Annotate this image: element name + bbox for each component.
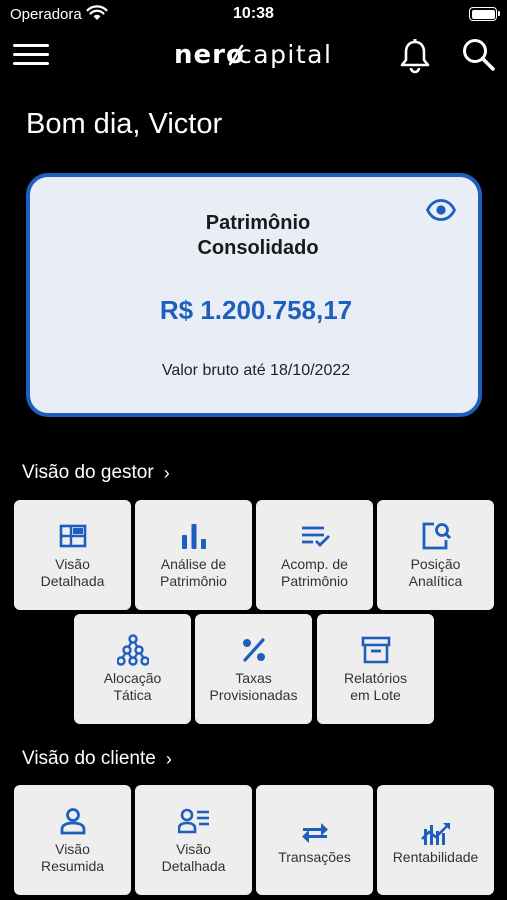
menu-line — [13, 53, 49, 56]
search-icon — [463, 39, 495, 71]
tile-label-line: Alocação — [103, 670, 162, 686]
person-icon — [60, 808, 85, 835]
status-bar: Operadora 10:38 — [0, 0, 507, 30]
tile-label: Posição Analítica — [377, 556, 494, 590]
network-tree-icon — [116, 634, 149, 666]
tile-acomp-patrimonio[interactable]: Acomp. de Patrimônio — [256, 500, 373, 610]
cliente-section-link[interactable]: Visão do cliente › — [22, 748, 172, 770]
tile-label: Acomp. de Patrimônio — [256, 556, 373, 590]
archive-box-icon — [361, 636, 390, 664]
nero-capital-logo: nero capital — [170, 38, 340, 72]
hamburger-menu-button[interactable] — [12, 40, 50, 70]
tile-posicao-analitica[interactable]: Posição Analítica — [377, 500, 494, 610]
detailed-view-icon — [59, 524, 86, 548]
tile-label-line: Relatórios — [343, 670, 408, 686]
notifications-button[interactable] — [396, 38, 434, 74]
tile-visao-detalhada-gestor[interactable]: Visão Detalhada — [14, 500, 131, 610]
tile-visao-resumida[interactable]: Visão Resumida — [14, 785, 131, 895]
percent-icon — [242, 638, 265, 662]
tile-label-line: Detalhada — [40, 573, 105, 589]
battery-icon — [469, 7, 500, 21]
trending-chart-icon — [420, 823, 450, 845]
checklist-icon — [301, 526, 330, 547]
tile-taxas-provisionadas[interactable]: Taxas Provisionadas — [195, 614, 312, 724]
chevron-right-icon: › — [165, 748, 172, 769]
gestor-section-title: Visão do gestor — [22, 462, 154, 483]
tile-label-line: Visão — [55, 556, 90, 572]
tile-label-line: Detalhada — [161, 858, 226, 874]
tile-analise-patrimonio[interactable]: Análise de Patrimônio — [135, 500, 252, 610]
tile-label-line: Transações — [278, 849, 351, 865]
person-list-icon — [177, 808, 209, 834]
tile-label-line: Taxas — [235, 670, 272, 686]
logo-capital-text: capital — [238, 40, 333, 69]
tile-label-line: Resumida — [40, 858, 105, 874]
menu-line — [13, 44, 49, 47]
tile-label-line: Tática — [113, 687, 152, 703]
bell-icon — [400, 39, 430, 74]
tile-label: Rentabilidade — [377, 849, 494, 866]
chevron-right-icon: › — [163, 462, 170, 483]
tile-label-line: Patrimônio — [160, 573, 227, 589]
patrimony-value: R$ 1.200.758,17 — [159, 295, 353, 325]
search-button[interactable] — [460, 36, 498, 74]
card-title-line2: Consolidado — [197, 237, 319, 259]
value-date-caption: Valor bruto até 18/10/2022 — [161, 362, 351, 379]
tile-alocacao-tatica[interactable]: Alocação Tática — [74, 614, 191, 724]
tile-label-line: em Lote — [350, 687, 401, 703]
tile-label-line: Visão — [55, 841, 90, 857]
swap-arrows-icon — [301, 823, 328, 843]
tile-label: Visão Resumida — [14, 841, 131, 875]
tile-label: Transações — [256, 849, 373, 866]
menu-line — [13, 62, 49, 65]
bar-chart-icon — [181, 524, 206, 549]
gestor-section-link[interactable]: Visão do gestor › — [22, 462, 170, 484]
tile-label-line: Provisionadas — [209, 687, 298, 703]
tile-label-line: Analítica — [408, 573, 463, 589]
tile-label-line: Posição — [410, 556, 461, 572]
tile-label-line: Acomp. de — [281, 556, 348, 572]
tile-label: Visão Detalhada — [135, 841, 252, 875]
tile-label: Visão Detalhada — [14, 556, 131, 590]
card-title-line1: Patrimônio — [205, 212, 311, 234]
document-search-icon — [422, 522, 451, 550]
tile-label: Relatórios em Lote — [317, 670, 434, 704]
tile-transacoes[interactable]: Transações — [256, 785, 373, 895]
tile-label-line: Análise de — [160, 556, 227, 572]
patrimony-card: Patrimônio Consolidado R$ 1.200.758,17 V… — [26, 173, 482, 417]
tile-visao-detalhada-cliente[interactable]: Visão Detalhada — [135, 785, 252, 895]
top-nav-bar: nero capital — [0, 30, 507, 80]
clock-time: 10:38 — [233, 5, 274, 22]
greeting-heading: Bom dia, Victor — [26, 108, 223, 140]
tile-rentabilidade[interactable]: Rentabilidade — [377, 785, 494, 895]
tile-label-line: Visão — [176, 841, 211, 857]
tile-label-line: Rentabilidade — [392, 849, 479, 865]
tile-relatorios-lote[interactable]: Relatórios em Lote — [317, 614, 434, 724]
cliente-section-title: Visão do cliente — [22, 748, 156, 769]
tile-label-line: Patrimônio — [281, 573, 348, 589]
tile-label: Análise de Patrimônio — [135, 556, 252, 590]
tile-label: Taxas Provisionadas — [195, 670, 312, 704]
tile-label: Alocação Tática — [74, 670, 191, 704]
card-title: Patrimônio Consolidado — [30, 211, 486, 261]
